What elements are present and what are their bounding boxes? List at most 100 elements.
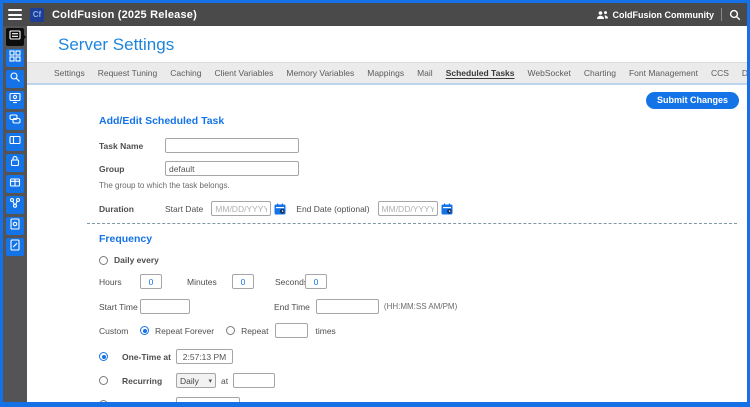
sidebar — [3, 26, 27, 402]
minutes-input[interactable] — [232, 274, 254, 289]
seconds-label: Seconds — [275, 276, 309, 287]
sidebar-item-3[interactable] — [6, 70, 24, 88]
group-label: Group — [99, 163, 125, 174]
repeat-radio[interactable] — [226, 326, 236, 335]
chat-bubbles-icon — [9, 112, 21, 130]
duration-label: Duration — [99, 203, 134, 214]
repeat-forever-radio[interactable] — [140, 326, 149, 335]
calendar-icon[interactable] — [274, 203, 286, 215]
tab-document[interactable]: Document — [742, 68, 747, 78]
frequency-title: Frequency — [99, 233, 153, 245]
recurring-radio[interactable] — [99, 376, 108, 385]
end-date-input[interactable] — [377, 201, 438, 216]
hours-label: Hours — [99, 276, 122, 287]
group-input[interactable] — [165, 161, 299, 176]
sidebar-item-2[interactable] — [6, 49, 24, 67]
hours-input[interactable] — [140, 274, 162, 289]
duration-row: Duration Start Date End Date (optional) — [99, 201, 737, 216]
sidebar-item-server-settings[interactable] — [6, 28, 26, 46]
section-divider — [87, 223, 737, 224]
start-time-input[interactable] — [140, 299, 190, 314]
tab-charting[interactable]: Charting — [584, 68, 616, 78]
page-title: Server Settings — [58, 35, 175, 54]
section-title: Add/Edit Scheduled Task — [99, 115, 225, 127]
tab-mappings[interactable]: Mappings — [367, 68, 404, 78]
task-name-input[interactable] — [165, 138, 299, 153]
cluster-icon — [9, 196, 21, 214]
tab-settings[interactable]: Settings — [54, 68, 85, 78]
crontime-label: Crontime — [122, 400, 176, 403]
sidebar-item-6[interactable] — [6, 133, 24, 151]
app-title: ColdFusion (2025 Release) — [52, 8, 197, 21]
seconds-input[interactable] — [305, 274, 327, 289]
grid-icon — [9, 49, 21, 67]
tab-caching[interactable]: Caching — [170, 68, 201, 78]
tab-request-tuning[interactable]: Request Tuning — [98, 68, 158, 78]
tab-scheduled-tasks[interactable]: Scheduled Tasks — [446, 68, 515, 78]
end-date-label: End Date (optional) — [296, 203, 370, 214]
group-help-text: The group to which the task belongs. — [99, 181, 230, 190]
sidebar-item-8[interactable] — [6, 175, 24, 193]
sidebar-item-11[interactable] — [6, 238, 24, 256]
package-icon — [9, 175, 21, 193]
hamburger-menu-icon[interactable] — [8, 9, 22, 20]
time-format-hint: (HH:MM:SS AM/PM) — [383, 302, 458, 311]
at-label: at — [221, 375, 229, 386]
document-gear-icon — [9, 217, 21, 235]
start-time-label: Start Time — [99, 301, 138, 312]
sidebar-item-5[interactable] — [6, 112, 24, 130]
card-icon — [9, 133, 21, 151]
community-link[interactable]: ColdFusion Community — [596, 9, 715, 20]
form-area: Submit Changes Add/Edit Scheduled Task T… — [27, 85, 747, 402]
coldfusion-logo-icon: Cf — [30, 7, 44, 22]
sidebar-item-10[interactable] — [6, 217, 24, 235]
repeat-label: Repeat — [241, 325, 269, 336]
tab-ccs[interactable]: CCS — [711, 68, 729, 78]
crontime-radio[interactable] — [99, 400, 108, 402]
daily-every-label: Daily every — [114, 255, 159, 265]
tab-memory-variables[interactable]: Memory Variables — [286, 68, 354, 78]
task-name-label: Task Name — [99, 140, 144, 151]
chevron-down-icon: ▾ — [208, 377, 212, 385]
sidebar-item-9[interactable] — [6, 196, 24, 214]
one-time-radio[interactable] — [99, 352, 108, 361]
page-header: Server Settings — [27, 26, 747, 62]
app-window: Cf ColdFusion (2025 Release) ColdFusion … — [0, 0, 750, 407]
submit-changes-button[interactable]: Submit Changes — [645, 92, 739, 109]
custom-label: Custom — [99, 325, 129, 336]
crontime-input[interactable] — [176, 397, 240, 402]
document-edit-icon — [9, 238, 21, 256]
sidebar-item-7[interactable] — [6, 154, 24, 172]
search-icon — [9, 70, 21, 88]
tab-font-management[interactable]: Font Management — [629, 68, 698, 78]
calendar-icon[interactable] — [441, 203, 453, 215]
topbar: Cf ColdFusion (2025 Release) ColdFusion … — [3, 3, 747, 26]
search-icon[interactable] — [729, 9, 741, 21]
recurring-at-input[interactable] — [233, 373, 276, 388]
lock-icon — [9, 154, 21, 172]
sidebar-item-4[interactable] — [6, 91, 24, 109]
times-label: times — [315, 325, 336, 336]
tab-bar: Settings Request Tuning Caching Client V… — [27, 62, 747, 85]
end-time-input[interactable] — [315, 299, 379, 314]
server-list-icon — [9, 28, 21, 46]
start-date-label: Start Date — [165, 203, 204, 214]
end-time-label: End Time — [274, 301, 310, 312]
community-label: ColdFusion Community — [612, 9, 715, 20]
recurring-label: Recurring — [122, 375, 163, 386]
start-date-input[interactable] — [211, 201, 272, 216]
repeat-forever-label: Repeat Forever — [155, 325, 215, 336]
tab-client-variables[interactable]: Client Variables — [214, 68, 273, 78]
repeat-times-input[interactable] — [275, 323, 309, 338]
recurring-interval-value: Daily — [180, 375, 199, 386]
minutes-label: Minutes — [187, 276, 217, 287]
tab-mail[interactable]: Mail — [417, 68, 433, 78]
one-time-input[interactable] — [176, 349, 233, 364]
daily-every-radio[interactable] — [99, 255, 108, 265]
recurring-interval-select[interactable]: Daily ▾ — [176, 373, 216, 388]
tab-websocket[interactable]: WebSocket — [528, 68, 571, 78]
people-icon — [596, 10, 609, 20]
one-time-label: One-Time at — [122, 351, 171, 362]
topbar-divider — [721, 8, 722, 21]
monitor-search-icon — [9, 91, 21, 109]
